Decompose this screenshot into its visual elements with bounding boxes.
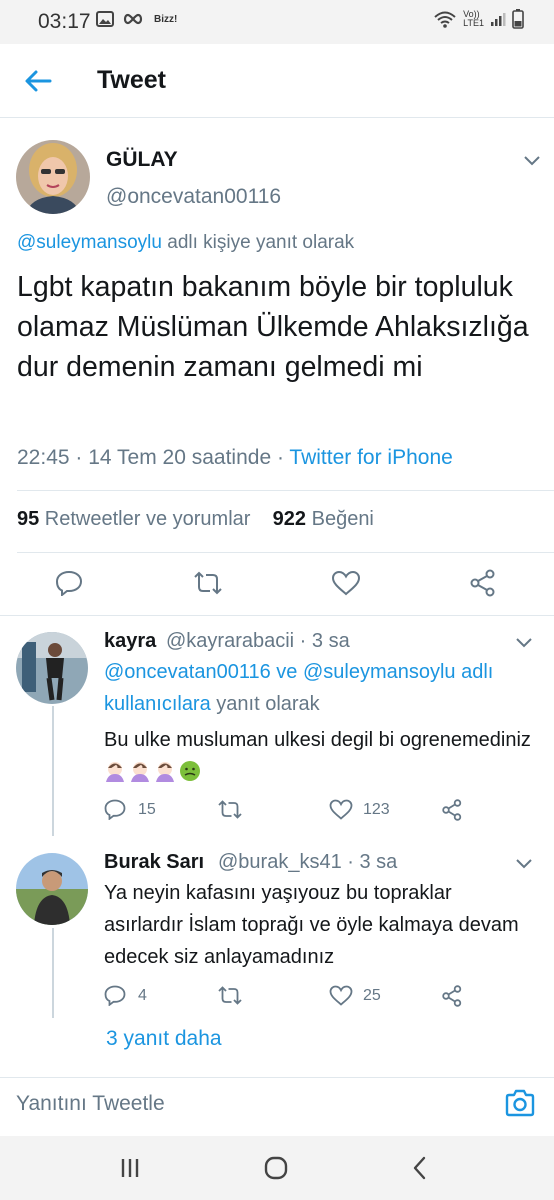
reply-text: Ya neyin kafasını yaşıyouz bu topraklar … (104, 882, 519, 968)
share-icon[interactable] (441, 799, 463, 821)
network-type-label: Vo)) LTE1 (463, 10, 484, 28)
reply-avatar[interactable] (16, 853, 88, 925)
retweet-icon[interactable] (217, 985, 243, 1006)
chevron-down-icon[interactable] (523, 155, 541, 167)
likes-count: 922 (272, 508, 307, 530)
tweet-header: Tweet (0, 44, 554, 118)
thread-line (52, 706, 54, 836)
android-nav-bar (0, 1136, 554, 1200)
reply-count: 15 (138, 801, 156, 818)
reply-author-handle[interactable]: @burak_ks41 · 3 sa (218, 851, 397, 874)
reply-mention-link[interactable]: @suleymansoylu (17, 232, 162, 253)
gallery-notification-icon (96, 11, 114, 27)
likes-stat[interactable]: 922 Beğeni (273, 508, 374, 530)
likes-label: Beğeni (306, 508, 374, 530)
more-replies-link[interactable]: 3 yanıt daha (106, 1027, 222, 1051)
tweet-meta: 22:45 · 14 Tem 20 saatinde · Twitter for… (17, 446, 453, 470)
reply-author-name[interactable]: kayra (104, 630, 156, 653)
like-icon[interactable] (329, 985, 353, 1006)
status-left-icons: Bizz! (96, 11, 177, 27)
facepalm-emoji-icon (156, 762, 174, 782)
retweets-count: 95 (17, 508, 40, 530)
home-icon[interactable] (262, 1154, 290, 1182)
signal-icon (491, 13, 506, 26)
reply-avatar[interactable] (16, 632, 88, 704)
retweet-icon[interactable] (217, 799, 243, 820)
reply-composer: Yanıtını Tweetle (0, 1077, 554, 1133)
back-icon[interactable] (406, 1154, 434, 1182)
reply-count: 4 (138, 987, 147, 1004)
tweet-source-link[interactable]: Twitter for iPhone (289, 446, 452, 469)
tweet-stats: 95 Retweetler ve yorumlar 922 Beğeni (17, 508, 374, 531)
facepalm-emoji-icon (106, 762, 124, 782)
facepalm-emoji-icon (131, 762, 149, 782)
status-right-icons: Vo)) LTE1 (433, 9, 524, 29)
back-arrow-icon[interactable] (22, 66, 54, 96)
reply-context-suffix: adlı kişiye yanıt olarak (161, 232, 355, 253)
like-icon[interactable] (331, 570, 361, 596)
author-handle[interactable]: @oncevatan00116 (106, 185, 281, 209)
reply-context: @oncevatan00116 ve @suleymansoylu adlı k… (104, 656, 524, 720)
like-count: 123 (363, 801, 390, 818)
recent-apps-icon[interactable] (116, 1154, 144, 1182)
reply-author-handle[interactable]: @kayrarabacii · 3 sa (166, 630, 350, 653)
wifi-icon (434, 11, 456, 28)
author-name[interactable]: GÜLAY (106, 148, 178, 172)
reply-author-name[interactable]: Burak Sarı (104, 851, 204, 874)
like-count: 25 (363, 987, 381, 1004)
status-time: 03:17 (38, 10, 91, 33)
nauseated-face-emoji-icon (180, 761, 200, 781)
share-icon[interactable] (441, 985, 463, 1007)
reply-text-content: Bu ulke musluman ulkesi degil bi ogrenem… (104, 729, 531, 751)
retweets-label: Retweetler ve yorumlar (39, 508, 251, 530)
divider (0, 615, 554, 616)
chevron-down-icon[interactable] (515, 637, 533, 649)
retweet-icon[interactable] (192, 570, 224, 596)
reply-context-suffix: yanıt olarak (210, 693, 320, 715)
reply-tweet-input[interactable]: Yanıtını Tweetle (16, 1092, 165, 1116)
lte-label: LTE1 (463, 18, 484, 28)
divider (17, 490, 554, 491)
carrier-label: Bizz! (154, 13, 178, 25)
infinity-notification-icon (123, 13, 143, 25)
share-icon[interactable] (469, 569, 497, 597)
reply-context: @suleymansoylu adlı kişiye yanıt olarak (17, 232, 354, 254)
reply-text: Bu ulke musluman ulkesi degil bi ogrenem… (104, 724, 534, 788)
battery-icon (512, 9, 524, 29)
divider (17, 552, 554, 553)
reply-icon[interactable] (104, 799, 126, 820)
thread-line (52, 928, 54, 1018)
status-bar: 03:17 Bizz! Vo)) LTE1 (0, 0, 554, 44)
author-avatar[interactable] (16, 140, 90, 214)
tweet-timestamp: 22:45 · 14 Tem 20 saatinde · (17, 446, 290, 469)
retweets-stat[interactable]: 95 Retweetler ve yorumlar (17, 508, 250, 530)
like-icon[interactable] (329, 799, 353, 820)
chevron-down-icon[interactable] (515, 858, 533, 870)
header-title: Tweet (97, 66, 166, 94)
camera-icon[interactable] (504, 1088, 536, 1118)
reply-icon[interactable] (55, 570, 83, 596)
tweet-text: Lgbt kapatın bakanım böyle bir topluluk … (17, 271, 529, 383)
reply-icon[interactable] (104, 985, 126, 1006)
